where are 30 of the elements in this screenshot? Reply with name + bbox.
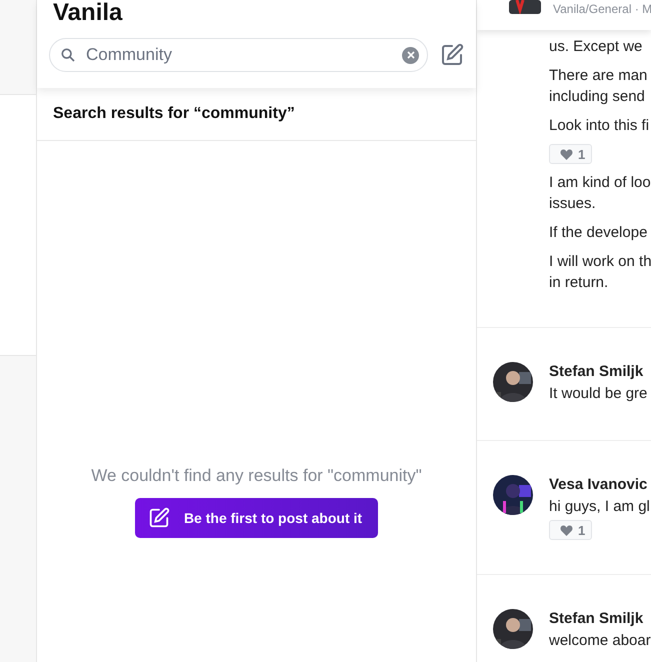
author-name: Stefan Smiljk <box>549 610 644 627</box>
message-text: If the develope <box>549 223 648 243</box>
message-text: I am kind of loo issues. <box>549 173 651 214</box>
edit-icon <box>148 506 170 528</box>
channel-path: Vanila/General · M <box>553 2 651 16</box>
clear-button[interactable] <box>402 46 419 64</box>
heart-icon <box>560 148 573 160</box>
empty-message: We couldn't find any results for "community" <box>91 466 422 486</box>
search-icon <box>60 47 76 63</box>
message-text: hi guys, I am gl <box>549 497 650 517</box>
author-name: Vesa Ivanovic <box>549 476 648 493</box>
results-heading: Search results for “community” <box>37 88 476 141</box>
app-title: Vanila <box>53 0 124 26</box>
author-name: Stefan Smiljk <box>549 363 644 380</box>
search-bar[interactable]: Community <box>49 38 428 72</box>
compose-button[interactable] <box>440 43 464 67</box>
reaction-chip[interactable]: 1 <box>549 144 592 164</box>
message-text: us. Except we <box>549 37 644 57</box>
message-text: It would be gre <box>549 384 648 404</box>
edit-icon <box>440 43 464 67</box>
search-input[interactable]: Community <box>84 44 394 66</box>
reaction-chip[interactable]: 1 <box>549 520 592 540</box>
heart-icon <box>560 524 573 536</box>
message-text: welcome aboar <box>549 631 651 651</box>
channel-logo <box>509 0 541 14</box>
message-text: I will work on th in return. <box>549 252 651 293</box>
message-text: There are man including send <box>549 66 648 107</box>
message-text: Look into this fi <box>549 116 650 136</box>
x-icon <box>406 51 414 59</box>
post-button[interactable]: Be the first to post about it <box>134 498 378 538</box>
